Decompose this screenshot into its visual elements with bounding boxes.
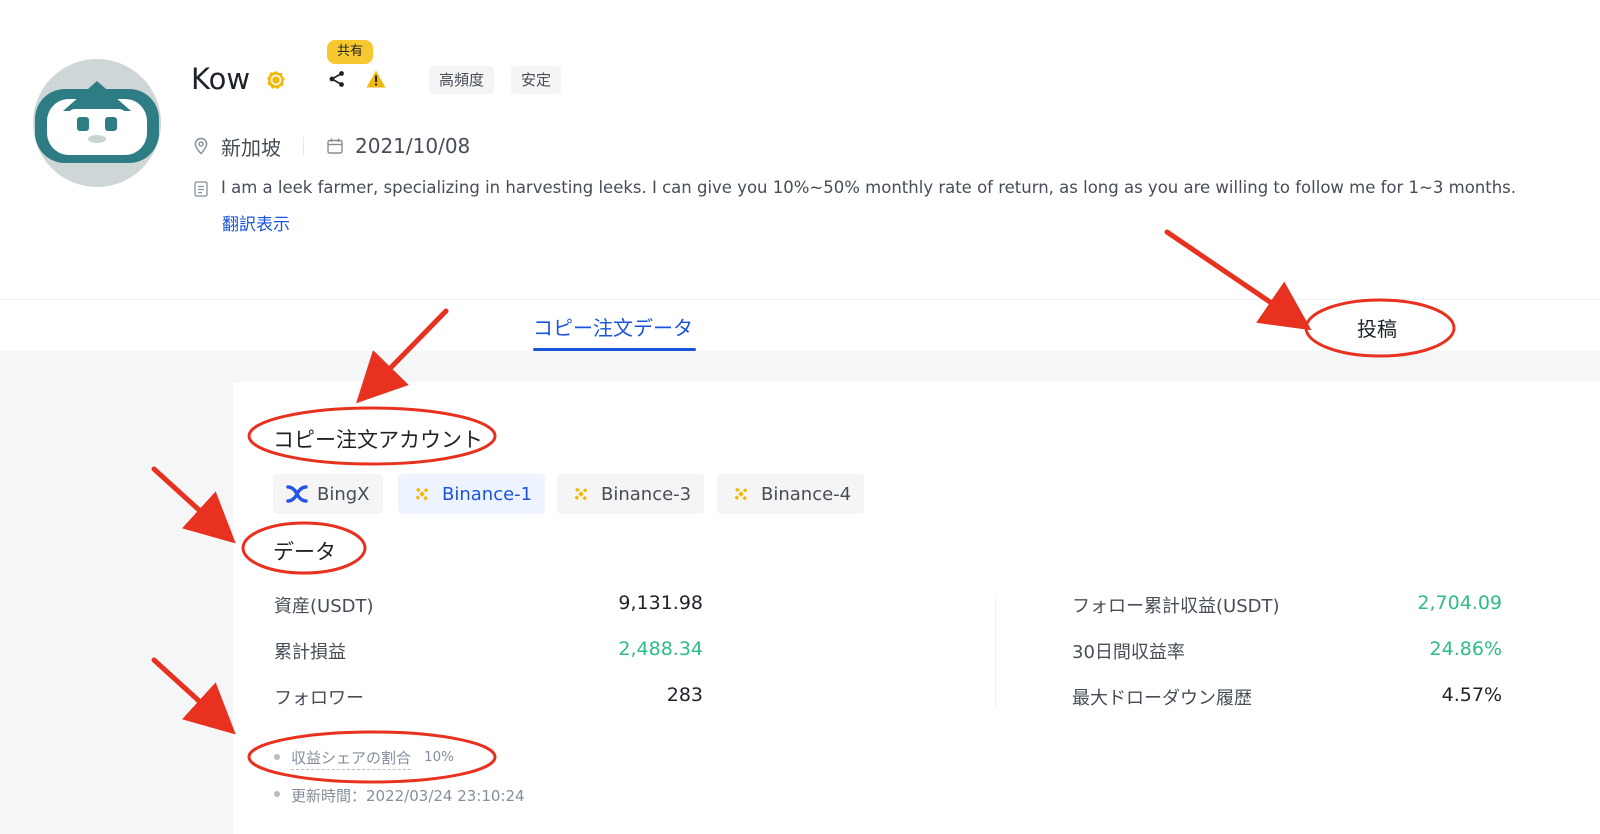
profile-meta: 新加坡 2021/10/08	[192, 132, 470, 160]
translate-link[interactable]: 翻訳表示	[222, 210, 290, 235]
stat-label-assets: 資産(USDT)	[274, 596, 374, 617]
stat-label-followers: フォロワー	[274, 688, 364, 709]
account-button-bingx[interactable]: BingX	[273, 474, 383, 514]
binance-logo-icon	[734, 487, 748, 501]
stat-value-followers: 283	[666, 684, 703, 706]
stat-value-max-drawdown: 4.57%	[1441, 684, 1502, 706]
profit-share-value: 10%	[424, 749, 455, 765]
data-section-title: データ	[273, 540, 336, 564]
warning-icon[interactable]	[366, 70, 386, 88]
stat-label-max-drawdown: 最大ドローダウン履歴	[1072, 688, 1252, 709]
tag-high-frequency: 高頻度	[429, 66, 495, 94]
bullet	[274, 754, 280, 760]
binance-logo-icon	[574, 487, 588, 501]
stat-label-30d-return: 30日間収益率	[1072, 642, 1185, 663]
tab-copy-order-data[interactable]: コピー注文データ	[533, 312, 693, 341]
bio-text: I am a leek farmer, specializing in harv…	[221, 178, 1517, 197]
account-label: BingX	[317, 483, 370, 505]
tag-stable: 安定	[511, 66, 562, 94]
tab-posts[interactable]: 投稿	[1357, 313, 1397, 342]
stat-value-assets: 9,131.98	[618, 592, 703, 614]
stat-value-30d-return: 24.86%	[1429, 638, 1502, 660]
bullet	[274, 791, 280, 797]
location-text: 新加坡	[221, 135, 281, 160]
bio: I am a leek farmer, specializing in harv…	[194, 178, 1516, 197]
calendar-icon	[327, 138, 343, 154]
meta-divider	[303, 137, 304, 155]
stat-label-cumulative-pnl: 累計損益	[274, 642, 346, 663]
document-icon	[194, 181, 208, 197]
account-button-binance-3[interactable]: Binance-3	[557, 474, 705, 514]
account-button-binance-4[interactable]: Binance-4	[717, 474, 865, 514]
avatar	[33, 59, 161, 187]
share-icon[interactable]	[328, 70, 346, 88]
avatar-image	[33, 59, 161, 187]
profit-share-label[interactable]: 収益シェアの割合	[291, 747, 412, 770]
stat-value-cumulative-pnl: 2,488.34	[618, 638, 703, 660]
stat-value-follower-profit: 2,704.09	[1417, 592, 1502, 614]
account-label: Binance-4	[761, 483, 852, 505]
account-label: Binance-1	[442, 483, 533, 505]
shared-badge: 共有	[327, 40, 373, 64]
stat-label-follower-profit: フォロー累計収益(USDT)	[1072, 596, 1280, 617]
location-pin-icon	[194, 137, 208, 155]
verified-badge-icon	[267, 71, 285, 89]
account-button-binance-1[interactable]: Binance-1	[398, 474, 546, 514]
join-date-text: 2021/10/08	[355, 134, 471, 158]
accounts-section-title: コピー注文アカウント	[273, 428, 483, 452]
trader-name: Kow	[191, 62, 251, 96]
stats-divider	[995, 597, 996, 709]
updated-time: 更新時間：2022/03/24 23:10:24	[291, 787, 525, 805]
account-label: Binance-3	[601, 483, 692, 505]
binance-logo-icon	[415, 487, 429, 501]
bingx-logo-icon	[286, 485, 308, 503]
